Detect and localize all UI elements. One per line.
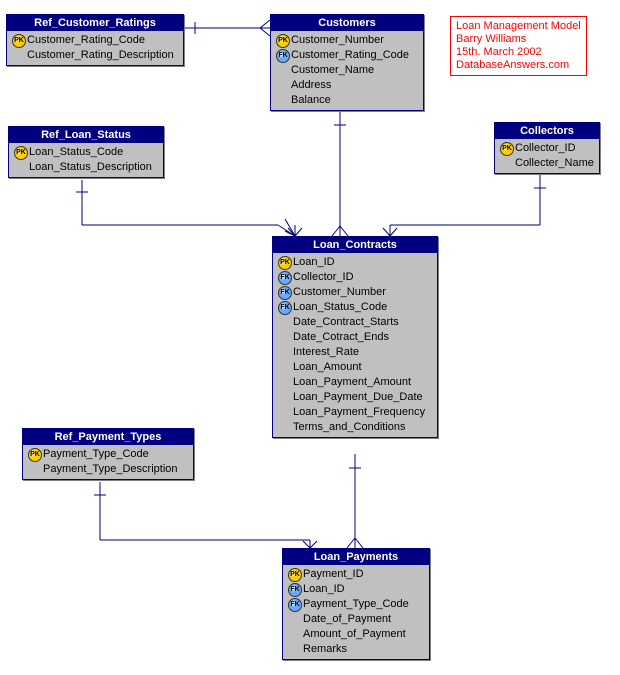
attribute-name: Loan_Amount (293, 360, 362, 375)
entity-title: Customers (271, 15, 423, 31)
pk-icon: PK (277, 256, 293, 270)
fk-icon: FK (277, 286, 293, 300)
pk-icon: PK (11, 34, 27, 48)
attribute-row: PKPayment_ID (287, 567, 425, 582)
attribute-row: Collecter_Name (499, 156, 595, 171)
attribute-name: Payment_Type_Code (43, 447, 149, 462)
fk-icon: FK (287, 583, 303, 597)
attribute-row: Balance (275, 93, 419, 108)
entity-title: Ref_Loan_Status (9, 127, 163, 143)
attribute-row: Remarks (287, 642, 425, 657)
attribute-row: Loan_Payment_Frequency (277, 405, 433, 420)
attribute-row: Date_Cotract_Ends (277, 330, 433, 345)
attribute-name: Loan_ID (293, 255, 335, 270)
fk-icon: FK (277, 301, 293, 315)
attribute-name: Date_of_Payment (303, 612, 391, 627)
info-line: Loan Management Model (456, 20, 581, 33)
attribute-row: Date_of_Payment (287, 612, 425, 627)
pk-icon: PK (275, 34, 291, 48)
entity-title: Loan_Contracts (273, 237, 437, 253)
attribute-name: Terms_and_Conditions (293, 420, 406, 435)
attribute-row: FKCollector_ID (277, 270, 433, 285)
attribute-row: Customer_Rating_Description (11, 48, 179, 63)
attribute-name: Customer_Rating_Description (27, 48, 174, 63)
attribute-name: Balance (291, 93, 331, 108)
attribute-name: Amount_of_Payment (303, 627, 406, 642)
entity-ref-loan-status: Ref_Loan_Status PKLoan_Status_CodeLoan_S… (8, 126, 164, 178)
attribute-name: Address (291, 78, 331, 93)
attribute-row: FKPayment_Type_Code (287, 597, 425, 612)
pk-icon: PK (13, 146, 29, 160)
attribute-row: Loan_Payment_Due_Date (277, 390, 433, 405)
attribute-row: Date_Contract_Starts (277, 315, 433, 330)
attribute-name: Loan_Status_Code (29, 145, 123, 160)
entity-title: Collectors (495, 123, 599, 139)
attribute-row: Loan_Payment_Amount (277, 375, 433, 390)
entity-customers: Customers PKCustomer_NumberFKCustomer_Ra… (270, 14, 424, 111)
attribute-name: Interest_Rate (293, 345, 359, 360)
entity-loan-contracts: Loan_Contracts PKLoan_IDFKCollector_IDFK… (272, 236, 438, 438)
attribute-row: Loan_Status_Description (13, 160, 159, 175)
attribute-row: PKCustomer_Rating_Code (11, 33, 179, 48)
entity-ref-payment-types: Ref_Payment_Types PKPayment_Type_CodePay… (22, 428, 194, 480)
attribute-name: Loan_Status_Description (29, 160, 152, 175)
attribute-name: Collector_ID (515, 141, 576, 156)
attribute-row: Address (275, 78, 419, 93)
attribute-name: Loan_ID (303, 582, 345, 597)
entity-collectors: Collectors PKCollector_IDCollecter_Name (494, 122, 600, 174)
pk-icon: PK (287, 568, 303, 582)
attribute-row: PKCustomer_Number (275, 33, 419, 48)
pk-icon: PK (27, 448, 43, 462)
attribute-name: Customer_Rating_Code (27, 33, 145, 48)
attribute-row: Payment_Type_Description (27, 462, 189, 477)
attribute-name: Collecter_Name (515, 156, 594, 171)
attribute-row: FKLoan_Status_Code (277, 300, 433, 315)
attribute-row: Amount_of_Payment (287, 627, 425, 642)
attribute-name: Payment_ID (303, 567, 364, 582)
attribute-row: FKLoan_ID (287, 582, 425, 597)
attribute-name: Loan_Status_Code (293, 300, 387, 315)
fk-icon: FK (277, 271, 293, 285)
entity-title: Ref_Customer_Ratings (7, 15, 183, 31)
attribute-row: PKLoan_ID (277, 255, 433, 270)
attribute-name: Loan_Payment_Due_Date (293, 390, 423, 405)
attribute-name: Loan_Payment_Amount (293, 375, 411, 390)
attribute-name: Collector_ID (293, 270, 354, 285)
attribute-name: Payment_Type_Description (43, 462, 178, 477)
attribute-row: Terms_and_Conditions (277, 420, 433, 435)
attribute-name: Date_Contract_Starts (293, 315, 399, 330)
attribute-name: Customer_Number (291, 33, 384, 48)
attribute-name: Customer_Number (293, 285, 386, 300)
attribute-row: PKPayment_Type_Code (27, 447, 189, 462)
attribute-name: Remarks (303, 642, 347, 657)
attribute-name: Loan_Payment_Frequency (293, 405, 425, 420)
attribute-row: Customer_Name (275, 63, 419, 78)
attribute-name: Customer_Rating_Code (291, 48, 409, 63)
attribute-name: Customer_Name (291, 63, 374, 78)
entity-ref-customer-ratings: Ref_Customer_Ratings PKCustomer_Rating_C… (6, 14, 184, 66)
info-line: 15th. March 2002 (456, 46, 581, 59)
attribute-row: Interest_Rate (277, 345, 433, 360)
attribute-row: FKCustomer_Rating_Code (275, 48, 419, 63)
attribute-row: PKLoan_Status_Code (13, 145, 159, 160)
pk-icon: PK (499, 142, 515, 156)
info-line: Barry Williams (456, 33, 581, 46)
fk-icon: FK (275, 49, 291, 63)
fk-icon: FK (287, 598, 303, 612)
attribute-row: FKCustomer_Number (277, 285, 433, 300)
attribute-name: Date_Cotract_Ends (293, 330, 389, 345)
entity-loan-payments: Loan_Payments PKPayment_IDFKLoan_IDFKPay… (282, 548, 430, 660)
attribute-row: PKCollector_ID (499, 141, 595, 156)
attribute-row: Loan_Amount (277, 360, 433, 375)
attribute-name: Payment_Type_Code (303, 597, 409, 612)
entity-title: Ref_Payment_Types (23, 429, 193, 445)
info-line: DatabaseAnswers.com (456, 59, 581, 72)
info-box: Loan Management Model Barry Williams 15t… (450, 16, 587, 76)
entity-title: Loan_Payments (283, 549, 429, 565)
